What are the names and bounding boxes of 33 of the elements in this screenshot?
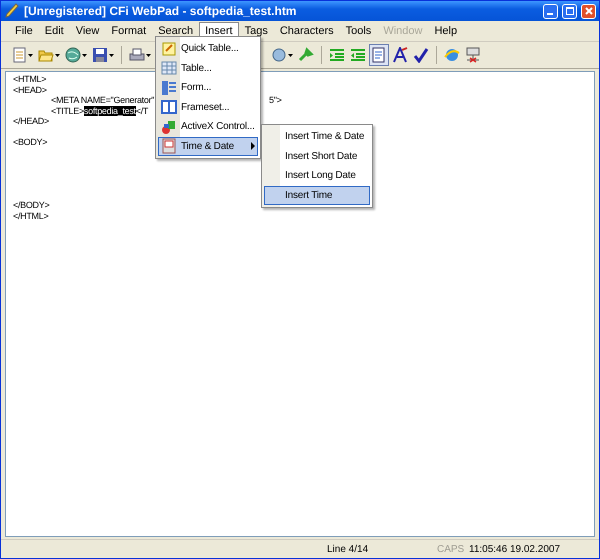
code-text: <BODY> (13, 137, 48, 147)
selected-text: softpedia_test (84, 106, 136, 116)
code-text: <TITLE> (51, 106, 84, 116)
code-text: </HTML> (13, 210, 48, 220)
menu-item[interactable]: Insert Time & Date (264, 127, 370, 146)
menu-item[interactable]: Format (105, 22, 152, 40)
menu-item[interactable]: Frameset... (158, 98, 258, 117)
menu-item[interactable]: Tools (340, 22, 378, 40)
code-text: 5"> (269, 95, 282, 106)
menu-item[interactable]: ActiveX Control... (158, 117, 258, 136)
code-text: </T (136, 106, 148, 116)
menu-item[interactable]: Quick Table... (158, 39, 258, 58)
code-text: </HEAD> (13, 116, 49, 126)
line-indicator: Line 4/14 (327, 544, 370, 554)
code-text: <META NAME="Generator" (51, 95, 154, 105)
menu-item[interactable]: Tags (238, 22, 274, 40)
menu-item[interactable]: Form... (158, 78, 258, 98)
menu-item[interactable]: Search (152, 22, 200, 40)
menu-item[interactable]: Characters (274, 22, 340, 40)
code-text: <HEAD> (13, 84, 47, 94)
clock: 11:05:46 19.02.2007 (468, 544, 560, 554)
menu-item[interactable]: File (9, 22, 39, 40)
caps-indicator: CAPS (437, 544, 465, 554)
menu-item[interactable]: Insert Long Date (264, 166, 370, 186)
menu-item[interactable]: Time & Date (158, 136, 258, 156)
window-title: [Unregistered] CFi WebPad - softpedia_test.htm (24, 4, 298, 18)
menu-item[interactable]: Edit (38, 22, 70, 40)
menu-item[interactable]: Help (428, 22, 464, 40)
code-text: </BODY> (13, 200, 50, 210)
menu-item[interactable]: Insert Short Date (264, 146, 370, 166)
menu-item[interactable]: View (70, 22, 106, 40)
menu-item[interactable]: Insert Time (264, 186, 370, 205)
code-text: <HTML> (13, 74, 46, 84)
